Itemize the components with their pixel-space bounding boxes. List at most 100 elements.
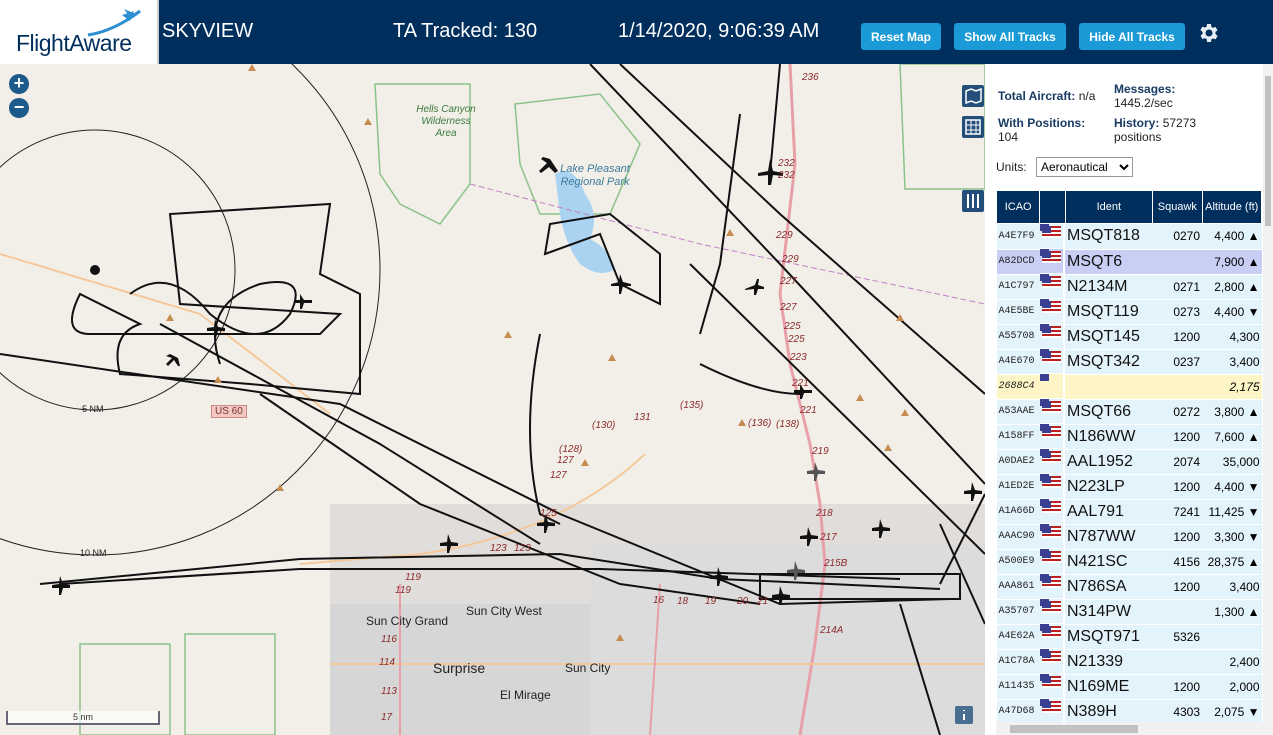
info-icon[interactable] [955,706,973,724]
hide-all-tracks-button[interactable]: Hide All Tracks [1079,23,1185,50]
table-row[interactable]: A1A66D AAL791 7241 11,425 ▼ [996,499,1262,525]
table-row[interactable]: A11435 N169ME 1200 2,000 [996,674,1262,700]
table-row[interactable]: A82DCD MSQT6 7,900 ▲ [996,249,1262,275]
place-el-mirage: El Mirage [500,688,551,702]
flag-cell [1039,274,1063,299]
ident-cell: N21339 [1065,649,1153,675]
route-label: 114 [379,657,395,668]
show-all-tracks-button[interactable]: Show All Tracks [954,23,1066,50]
squawk-cell: 5326 [1152,624,1203,650]
route-label: 123 [490,543,507,554]
us-flag-icon [1041,400,1061,413]
clock: 1/14/2020, 9:06:39 AM [618,20,820,42]
icao-cell: A55708 [996,324,1040,350]
table-row[interactable]: A53AAE MSQT66 0272 3,800 ▲ [996,399,1262,425]
squawk-cell: 1200 [1152,574,1203,600]
ident-cell: MSQT818 [1065,223,1153,250]
altitude-cell: 3,400 [1202,349,1262,375]
route-label: (138) [776,419,800,430]
altitude-cell: 2,175 [1202,374,1262,400]
us-flag-icon [1041,425,1061,438]
units-select[interactable]: Aeronautical [1036,157,1133,177]
route-label: 236 [802,72,819,83]
flag-cell [1039,374,1063,399]
ident-cell: N787WW [1065,524,1153,550]
squawk-cell [1152,249,1203,275]
us-flag-icon [1041,350,1061,363]
route-label: 119 [405,572,421,583]
route-label: 116 [381,634,397,645]
table-row[interactable]: AAAC90 N787WW 1200 3,300 ▼ [996,524,1262,550]
app-title: SKYVIEW [162,20,254,42]
flag-cell [1039,574,1063,599]
flag-cell [1039,524,1063,549]
altitude-cell [1202,624,1262,650]
flag-cell [1039,624,1063,649]
col-flag[interactable] [1039,190,1066,224]
flag-cell [1039,549,1063,574]
table-row[interactable]: A1C797 N2134M 0271 2,800 ▲ [996,274,1262,300]
flag-cell [1039,599,1063,624]
table-row[interactable]: A55708 MSQT145 1200 4,300 [996,324,1262,350]
zoom-out-button[interactable]: − [9,98,29,118]
place-hells-canyon: Hells Canyon Wilderness Area [416,104,476,139]
flag-cell [1039,499,1063,524]
ident-cell: AAL791 [1065,499,1153,525]
table-row[interactable]: A35707 N314PW 1,300 ▲ [996,599,1262,625]
grid-icon[interactable] [962,116,984,138]
table-row[interactable]: A4E7F9 MSQT818 0270 4,400 ▲ [996,223,1262,250]
horizontal-scroll-thumb[interactable] [1010,725,1138,733]
ident-cell: MSQT971 [1065,624,1153,650]
col-ident[interactable]: Ident [1064,190,1154,224]
columns-icon[interactable] [962,190,984,212]
table-row[interactable]: A158FF N186WW 1200 7,600 ▲ [996,424,1262,450]
icao-cell: A47D68 [996,699,1040,725]
route-label: (136) [748,418,772,429]
squawk-cell: 1200 [1152,674,1203,700]
flag-cell [1039,449,1063,474]
vertical-scroll-thumb[interactable] [1265,76,1271,226]
icao-cell: AAA861 [996,574,1040,600]
squawk-cell: 0270 [1152,223,1203,250]
table-row[interactable]: A1ED2E N223LP 1200 4,400 ▼ [996,474,1262,500]
squawk-cell [1152,599,1203,625]
flag-cell [1039,349,1063,374]
zoom-in-button[interactable]: + [9,74,29,94]
route-label: 17 [381,712,393,723]
altitude-cell: 4,400 ▼ [1202,299,1262,325]
icao-cell: A1ED2E [996,474,1040,500]
ident-cell: MSQT145 [1065,324,1153,350]
altitude-cell: 35,000 [1202,449,1262,475]
route-label: (135) [680,400,704,411]
col-squawk[interactable]: Squawk [1152,190,1203,224]
map-layers-icon[interactable] [962,85,984,107]
table-row[interactable]: A47D68 N389H 4303 2,075 ▼ [996,699,1262,725]
gear-icon[interactable] [1196,21,1220,45]
squawk-cell: 1200 [1152,324,1203,350]
ident-cell: MSQT342 [1065,349,1153,375]
map-view[interactable]: + − Hells Canyon Wilderness Area Lake Pl… [0,64,985,735]
icao-cell: A1A66D [996,499,1040,525]
squawk-cell [1152,374,1203,400]
us-flag-icon [1041,250,1061,263]
altitude-cell: 3,400 [1202,574,1262,600]
table-row[interactable]: A4E5BE MSQT119 0273 4,400 ▼ [996,299,1262,325]
flag-cell [1039,299,1063,324]
route-label: 20 [737,596,749,607]
table-row[interactable]: AAA861 N786SA 1200 3,400 [996,574,1262,600]
col-altitude[interactable]: Altitude (ft) [1201,190,1263,224]
table-row[interactable]: 2688C4 2,175 [996,374,1262,400]
table-row[interactable]: A1C78A N21339 2,400 [996,649,1262,675]
reset-map-button[interactable]: Reset Map [861,23,941,50]
route-label: 18 [677,596,689,607]
route-label: 219 [812,446,829,457]
table-row[interactable]: A0DAE2 AAL1952 2074 35,000 [996,449,1262,475]
altitude-cell: 2,000 [1202,674,1262,700]
table-row[interactable]: A500E9 N421SC 4156 28,375 ▲ [996,549,1262,575]
squawk-cell [1152,649,1203,675]
flag-cell [1039,649,1063,674]
table-row[interactable]: A4E62A MSQT971 5326 [996,624,1262,650]
table-row[interactable]: A4E670 MSQT342 0237 3,400 [996,349,1262,375]
flightaware-logo[interactable]: FlightAware [0,0,159,64]
col-icao[interactable]: ICAO [995,190,1041,224]
